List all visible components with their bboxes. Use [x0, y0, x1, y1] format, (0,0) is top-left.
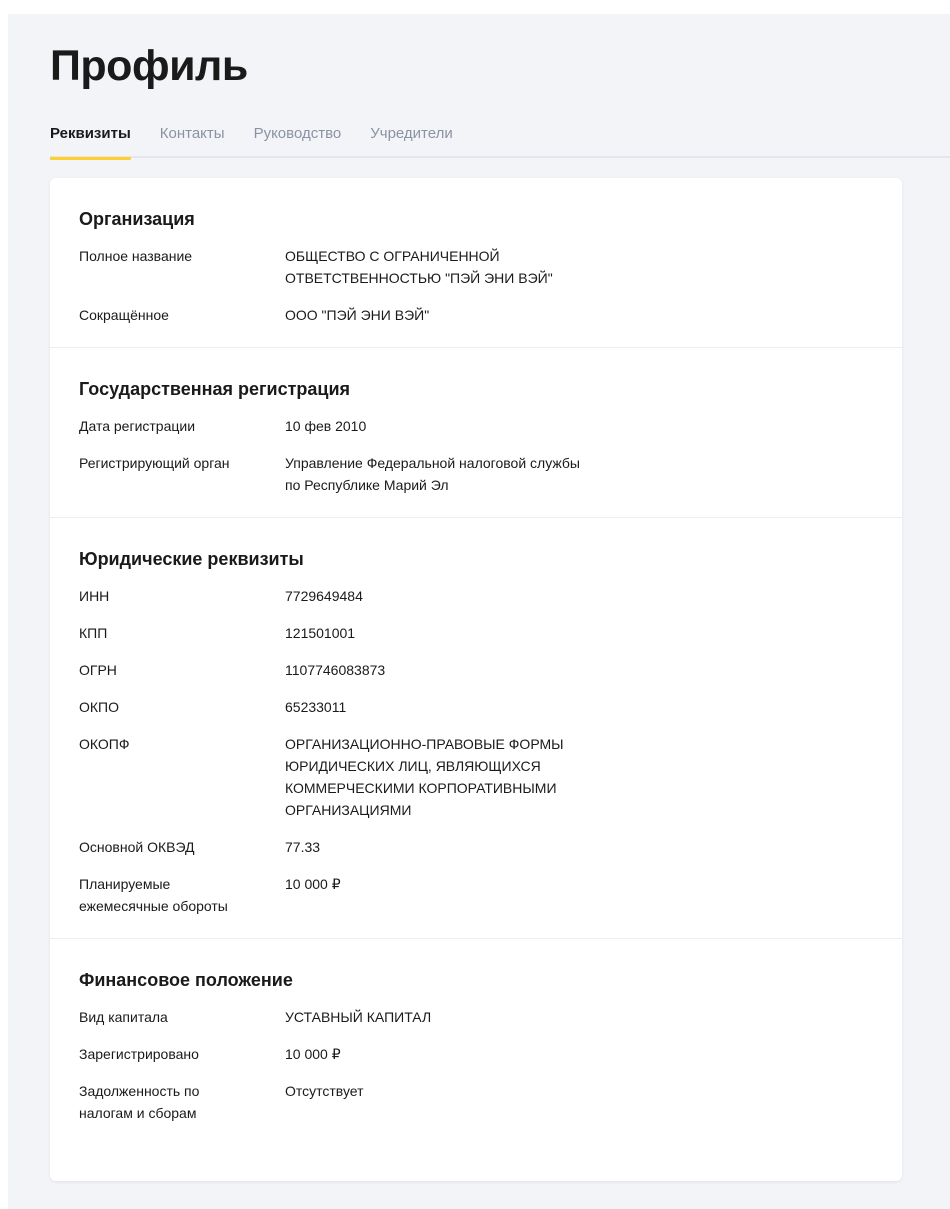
field-value: 10 000 ₽	[285, 1046, 341, 1062]
field-row-planned-turnover: Планируемые ежемесячные обороты 10 000 ₽	[79, 873, 873, 917]
field-label: ОКОПФ	[79, 736, 130, 752]
field-row-okved: Основной ОКВЭД 77.33	[79, 836, 873, 858]
field-row-registering-authority: Регистрирующий орган Управление Федераль…	[79, 452, 873, 496]
field-row-registration-date: Дата регистрации 10 фев 2010	[79, 415, 873, 437]
tab-contacts[interactable]: Контакты	[160, 122, 225, 158]
field-label: Регистрирующий орган	[79, 455, 230, 471]
field-value: 10 000 ₽	[285, 876, 341, 892]
tab-founders[interactable]: Учредители	[370, 122, 453, 158]
field-value: 7729649484	[285, 588, 363, 604]
field-label: КПП	[79, 625, 108, 641]
field-row-registered-capital: Зарегистрировано 10 000 ₽	[79, 1043, 873, 1065]
tab-requisites[interactable]: Реквизиты	[50, 122, 131, 160]
field-label: Дата регистрации	[79, 418, 196, 434]
field-row-inn: ИНН 7729649484	[79, 585, 873, 607]
field-label: Полное название	[79, 248, 193, 264]
field-row-okpo: ОКПО 65233011	[79, 696, 873, 718]
field-label: Вид капитала	[79, 1009, 168, 1025]
page-title: Профиль	[50, 42, 248, 90]
profile-tabs: Реквизиты Контакты Руководство Учредител…	[50, 122, 950, 160]
field-value: 65233011	[285, 699, 347, 715]
section-title: Юридические реквизиты	[79, 549, 304, 569]
field-row-capital-type: Вид капитала УСТАВНЫЙ КАПИТАЛ	[79, 1006, 873, 1028]
field-label: ОГРН	[79, 662, 117, 678]
field-label: Сокращённое	[79, 307, 169, 323]
field-value: 10 фев 2010	[285, 418, 367, 434]
section-state-registration: Государственная регистрация Дата регистр…	[50, 348, 902, 518]
field-row-okopf: ОКОПФ ОРГАНИЗАЦИОННО-ПРАВОВЫЕ ФОРМЫ ЮРИД…	[79, 733, 873, 821]
field-label: Планируемые ежемесячные обороты	[79, 876, 228, 914]
field-label: Зарегистрировано	[79, 1046, 199, 1062]
field-value: УСТАВНЫЙ КАПИТАЛ	[285, 1009, 432, 1025]
field-value: 1107746083873	[285, 662, 386, 678]
field-label: ОКПО	[79, 699, 119, 715]
section-title: Финансовое положение	[79, 970, 293, 990]
field-value: Управление Федеральной налоговой службы …	[285, 455, 580, 493]
field-label: ИНН	[79, 588, 110, 604]
section-title: Государственная регистрация	[79, 379, 351, 399]
field-value: 121501001	[285, 625, 356, 641]
field-value: 77.33	[285, 839, 321, 855]
field-row-tax-debt: Задолженность по налогам и сборам Отсутс…	[79, 1080, 873, 1124]
section-financial-status: Финансовое положение Вид капитала УСТАВН…	[50, 939, 902, 1145]
section-legal-requisites: Юридические реквизиты ИНН 7729649484 КПП…	[50, 518, 902, 939]
tab-management[interactable]: Руководство	[254, 122, 342, 158]
field-value: ОРГАНИЗАЦИОННО-ПРАВОВЫЕ ФОРМЫ ЮРИДИЧЕСКИ…	[285, 736, 564, 818]
section-title: Организация	[79, 209, 195, 229]
field-label: Задолженность по налогам и сборам	[79, 1083, 200, 1121]
field-value: Отсутствует	[285, 1083, 364, 1099]
field-value: ООО "ПЭЙ ЭНИ ВЭЙ"	[285, 307, 430, 323]
field-label: Основной ОКВЭД	[79, 839, 195, 855]
field-row-ogrn: ОГРН 1107746083873	[79, 659, 873, 681]
section-organization: Организация Полное название ОБЩЕСТВО С О…	[50, 178, 902, 348]
field-row-short-name: Сокращённое ООО "ПЭЙ ЭНИ ВЭЙ"	[79, 304, 873, 326]
requisites-card: Организация Полное название ОБЩЕСТВО С О…	[50, 178, 902, 1181]
field-value: ОБЩЕСТВО С ОГРАНИЧЕННОЙ ОТВЕТСТВЕННОСТЬЮ…	[285, 248, 553, 286]
field-row-kpp: КПП 121501001	[79, 622, 873, 644]
profile-page: Профиль Реквизиты Контакты Руководство У…	[8, 14, 950, 1209]
field-row-full-name: Полное название ОБЩЕСТВО С ОГРАНИЧЕННОЙ …	[79, 245, 873, 289]
